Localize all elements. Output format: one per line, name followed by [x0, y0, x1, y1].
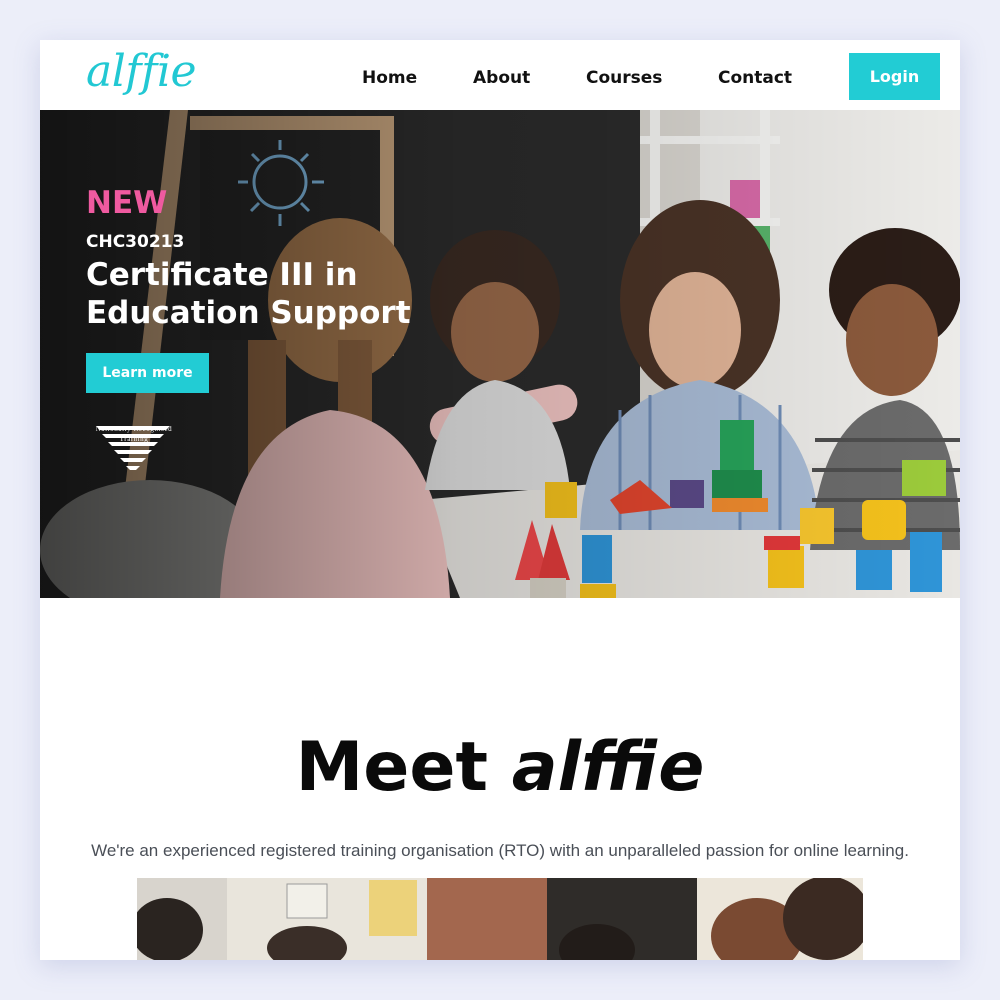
nationally-recognised-training-logo: Nationally Recognised Training	[86, 424, 182, 470]
nav-home[interactable]: Home	[362, 68, 417, 88]
learn-more-button[interactable]: Learn more	[86, 353, 209, 393]
hero-banner: NEW CHC30213 Certificate III in Educatio…	[40, 110, 960, 598]
nav-courses[interactable]: Courses	[586, 68, 662, 88]
nav-contact[interactable]: Contact	[718, 68, 792, 88]
course-code: CHC30213	[86, 232, 185, 252]
meet-subtitle: We're an experienced registered training…	[91, 841, 909, 860]
login-button[interactable]: Login	[849, 53, 940, 100]
meet-heading-prefix: Meet	[295, 728, 489, 807]
nav-about[interactable]: About	[473, 68, 530, 88]
team-photo-image	[137, 878, 863, 960]
team-photo	[137, 878, 863, 960]
meet-heading-brand: alffie	[511, 728, 705, 807]
meet-heading: Meet alffie	[40, 728, 960, 807]
alffie-logo[interactable]: alffie	[86, 46, 197, 97]
nrt-emblem-icon	[96, 426, 170, 470]
site-header: alffie Home About Courses Contact Login	[40, 40, 960, 110]
course-title: Certificate III in Education Support	[86, 257, 411, 331]
new-badge: NEW	[86, 185, 168, 221]
page: alffie Home About Courses Contact Login	[40, 40, 960, 960]
